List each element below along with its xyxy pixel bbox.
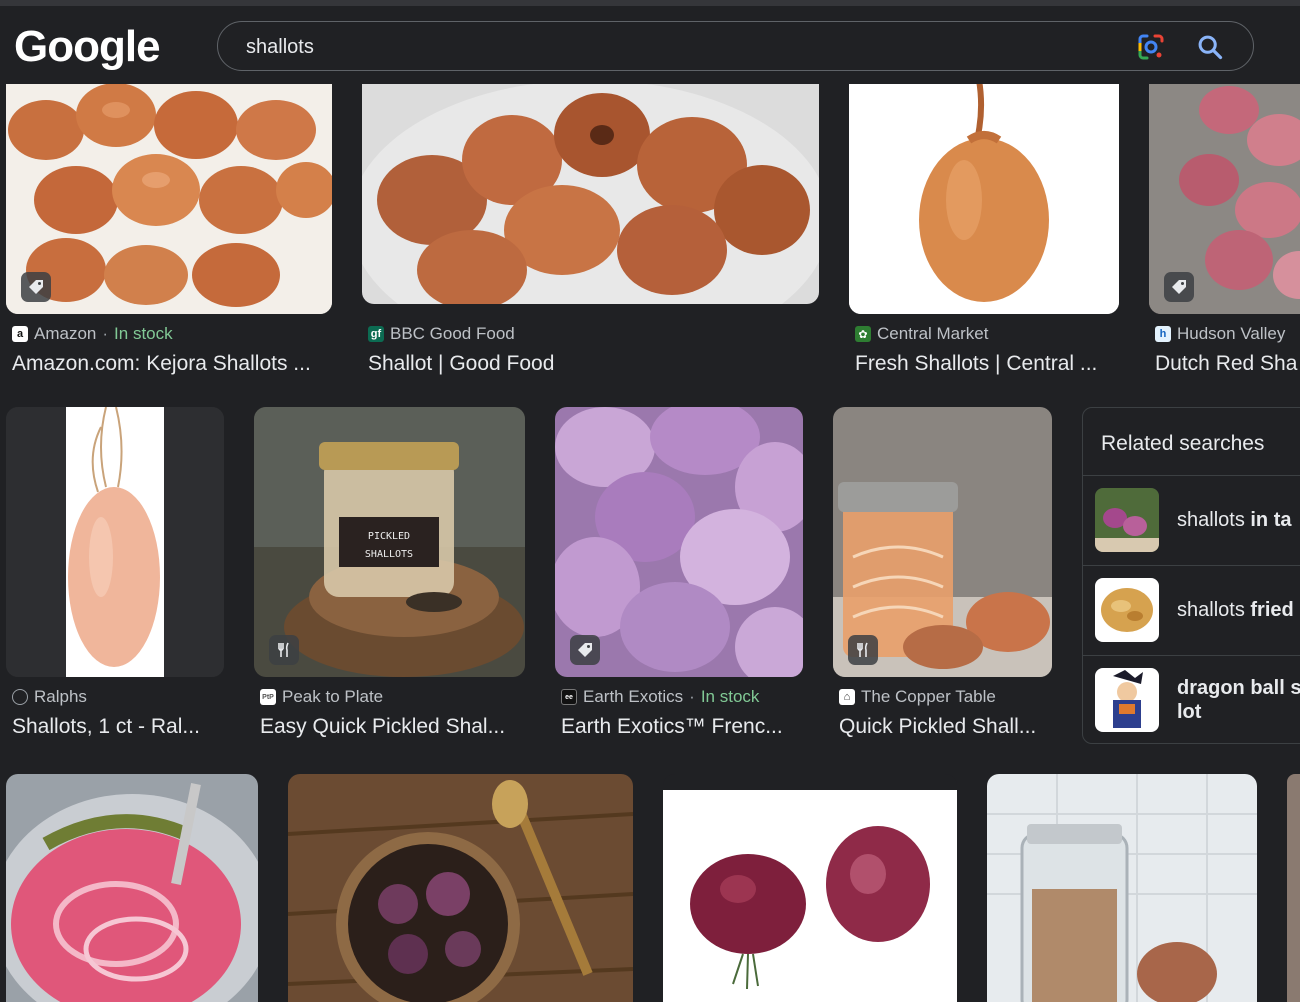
related-search-text[interactable]: dragon ball s lot bbox=[1177, 676, 1300, 724]
peak-to-plate-favicon-icon: PtP bbox=[260, 689, 276, 705]
related-search-item[interactable]: shallots in ta bbox=[1083, 475, 1300, 565]
recipe-badge bbox=[269, 635, 299, 665]
svg-text:PICKLED: PICKLED bbox=[368, 531, 410, 542]
result-thumbnail[interactable] bbox=[288, 774, 633, 1002]
result-title[interactable]: Earth Exotics™ Frenc... bbox=[561, 715, 801, 739]
result-source[interactable]: Ralphs bbox=[12, 687, 87, 707]
result-source[interactable]: ⌂ The Copper Table bbox=[839, 687, 996, 707]
bbc-good-food-favicon-icon: gf bbox=[368, 326, 384, 342]
search-header: Google bbox=[0, 6, 1300, 84]
related-search-item[interactable]: shallots fried bbox=[1083, 565, 1300, 655]
related-search-thumbnail bbox=[1095, 578, 1159, 642]
recipe-icon bbox=[278, 642, 289, 657]
hudson-valley-favicon-icon: h bbox=[1155, 326, 1171, 342]
google-logo[interactable]: Google bbox=[14, 22, 161, 72]
search-box[interactable] bbox=[217, 21, 1254, 71]
amazon-favicon-icon: a bbox=[12, 326, 28, 342]
result-title[interactable]: Dutch Red Sha bbox=[1155, 352, 1300, 376]
related-searches-panel: Related searches shallots in ta shallots… bbox=[1082, 407, 1300, 744]
related-search-text[interactable]: shallots in ta bbox=[1177, 509, 1292, 532]
stock-status: In stock bbox=[700, 687, 760, 706]
result-title[interactable]: Easy Quick Pickled Shal... bbox=[260, 715, 522, 739]
search-icon[interactable] bbox=[1196, 33, 1224, 61]
tag-icon bbox=[1172, 280, 1186, 294]
related-search-text[interactable]: shallots fried bbox=[1177, 599, 1294, 622]
result-thumbnail-partial[interactable] bbox=[1287, 774, 1300, 1002]
tag-icon bbox=[29, 280, 43, 294]
stock-status: In stock bbox=[114, 324, 173, 343]
globe-icon bbox=[12, 689, 28, 705]
related-search-thumbnail bbox=[1095, 668, 1159, 732]
result-title[interactable]: Fresh Shallots | Central ... bbox=[855, 352, 1117, 376]
result-title[interactable]: Amazon.com: Kejora Shallots ... bbox=[12, 352, 332, 376]
copper-table-favicon-icon: ⌂ bbox=[839, 689, 855, 705]
result-title[interactable]: Shallots, 1 ct - Ral... bbox=[12, 715, 224, 739]
result-thumbnail[interactable] bbox=[849, 70, 1119, 314]
search-input[interactable] bbox=[246, 34, 1106, 60]
result-source[interactable]: PtP Peak to Plate bbox=[260, 687, 383, 707]
result-thumbnail[interactable] bbox=[663, 774, 957, 1002]
product-tag-badge bbox=[21, 272, 51, 302]
earth-exotics-favicon-icon: ee bbox=[561, 689, 577, 705]
result-thumbnail[interactable] bbox=[362, 70, 819, 304]
result-source[interactable]: a Amazon · In stock bbox=[12, 324, 173, 344]
recipe-badge bbox=[848, 635, 878, 665]
result-thumbnail[interactable] bbox=[833, 407, 1052, 677]
result-source[interactable]: gf BBC Good Food bbox=[368, 324, 515, 344]
result-title[interactable]: Shallot | Good Food bbox=[368, 352, 808, 376]
result-source[interactable]: h Hudson Valley bbox=[1155, 324, 1285, 344]
related-search-thumbnail bbox=[1095, 488, 1159, 552]
result-source[interactable]: ✿ Central Market bbox=[855, 324, 988, 344]
related-search-item[interactable]: dragon ball s lot bbox=[1083, 655, 1300, 743]
google-lens-icon[interactable] bbox=[1136, 32, 1166, 62]
result-thumbnail[interactable] bbox=[987, 774, 1257, 1002]
related-searches-heading: Related searches bbox=[1101, 432, 1265, 455]
product-tag-badge bbox=[570, 635, 600, 665]
result-source[interactable]: ee Earth Exotics · In stock bbox=[561, 687, 759, 707]
svg-text:SHALLOTS: SHALLOTS bbox=[365, 549, 413, 560]
result-thumbnail[interactable] bbox=[555, 407, 803, 677]
recipe-icon bbox=[857, 642, 868, 657]
result-thumbnail[interactable] bbox=[6, 407, 224, 677]
product-tag-badge bbox=[1164, 272, 1194, 302]
result-thumbnail[interactable]: PICKLED SHALLOTS bbox=[254, 407, 525, 677]
result-thumbnail[interactable] bbox=[6, 70, 332, 314]
result-title[interactable]: Quick Pickled Shall... bbox=[839, 715, 1051, 739]
result-thumbnail[interactable] bbox=[6, 774, 258, 1002]
result-thumbnail[interactable] bbox=[1149, 70, 1300, 314]
tag-icon bbox=[578, 643, 592, 657]
central-market-favicon-icon: ✿ bbox=[855, 326, 871, 342]
